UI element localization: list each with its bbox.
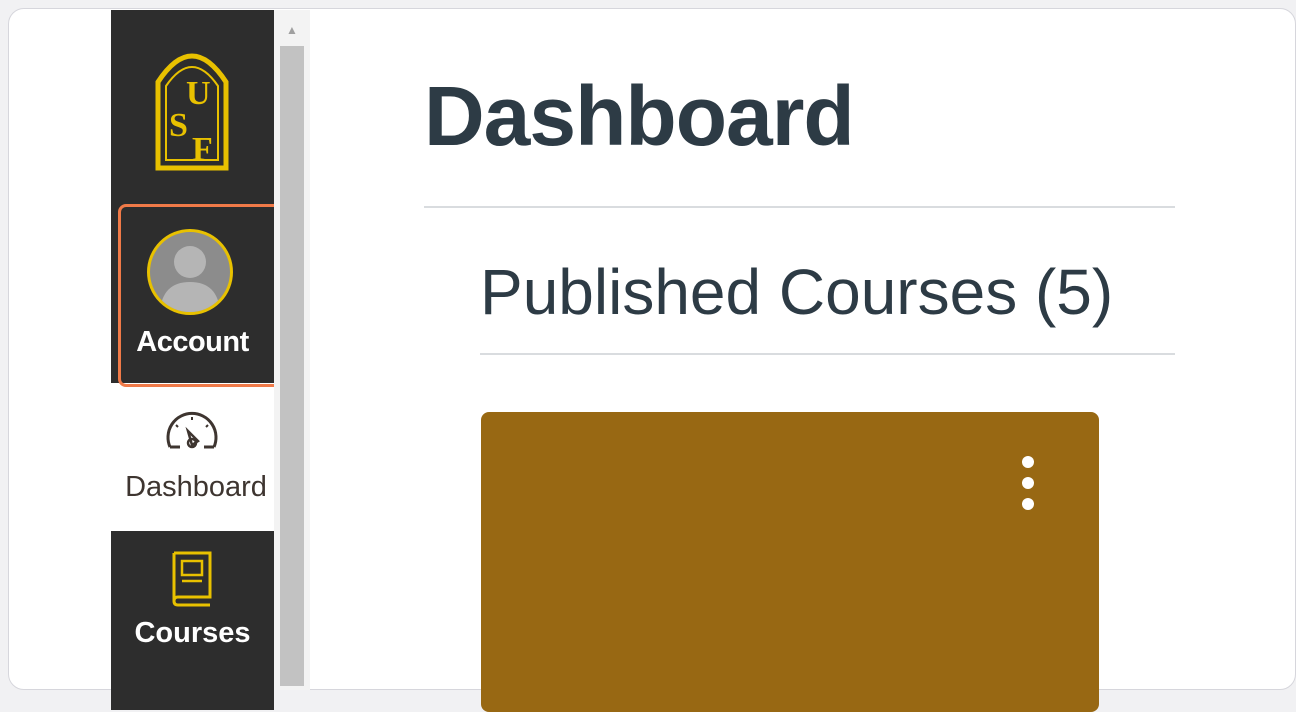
section-divider xyxy=(480,353,1175,355)
nav-item-dashboard[interactable]: Dashboard xyxy=(111,383,274,531)
logo-letter-s: S xyxy=(169,107,188,144)
nav-scrollbar[interactable]: ▲ xyxy=(274,10,310,690)
book-icon xyxy=(172,551,212,607)
nav-item-account[interactable]: Account xyxy=(111,213,274,383)
scroll-up-arrow-icon[interactable]: ▲ xyxy=(274,20,310,40)
usf-logo-icon: U S F xyxy=(155,53,229,171)
vertical-dots-icon[interactable] xyxy=(1018,456,1038,516)
course-card[interactable] xyxy=(481,412,1099,712)
dashboard-gauge-icon xyxy=(166,411,218,449)
published-courses-heading: Published Courses (5) xyxy=(480,256,1114,328)
scrollbar-thumb[interactable] xyxy=(280,46,304,686)
logo-letter-u: U xyxy=(186,75,211,112)
page-title: Dashboard xyxy=(424,69,855,163)
title-divider xyxy=(424,206,1175,208)
nav-item-account-label: Account xyxy=(136,326,249,358)
logo-letter-f: F xyxy=(192,131,213,168)
avatar-icon xyxy=(147,229,233,315)
nav-item-dashboard-label: Dashboard xyxy=(125,471,267,503)
usf-logo[interactable]: U S F xyxy=(111,10,274,200)
nav-item-courses-label: Courses xyxy=(134,617,251,649)
nav-item-courses[interactable]: Courses xyxy=(111,531,274,691)
